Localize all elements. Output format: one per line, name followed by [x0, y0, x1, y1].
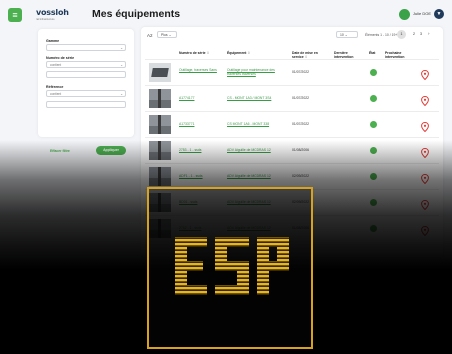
range-text: Éléments 1 - 10 / 19+: [365, 33, 398, 37]
map-pin-icon[interactable]: [421, 119, 429, 133]
column-equipment-label: Équipement: [227, 51, 247, 55]
gamme-label: Gamme: [46, 39, 60, 43]
equipment-link[interactable]: Outillage pour maintenance des traverses…: [227, 68, 285, 76]
serial-link[interactable]: A1774177: [179, 96, 194, 100]
column-header-serial[interactable]: Numéro de série ⇕: [179, 51, 209, 55]
logo-brand: vossloh: [36, 8, 69, 17]
chevron-down-icon: ⌄: [120, 92, 123, 96]
equipment-thumbnail[interactable]: [149, 63, 171, 82]
table-row[interactable]: A1774177 CS - MONT 1A3 / MONT 3S4 01/07/20…: [145, 85, 439, 110]
status-dot: [370, 121, 377, 128]
serial-link[interactable]: ADF1 - 1 - ssds: [179, 174, 203, 178]
apply-button[interactable]: Appliquer: [96, 146, 126, 155]
table-row[interactable]: Outillage, traverses Sans Outillage pour …: [145, 59, 439, 84]
table-row[interactable]: A1733771 CS MONT 1A6 - MONT 338 01/07/2022: [145, 111, 439, 136]
chevron-down-icon: ⌄: [344, 33, 348, 37]
equipment-thumbnail[interactable]: [149, 141, 171, 160]
equipment-link[interactable]: CS MONT 1A6 - MONT 338: [227, 122, 285, 126]
chevron-down-icon: ⌄: [120, 46, 123, 50]
page-button-2[interactable]: 2: [413, 32, 415, 36]
equipment-thumbnail[interactable]: [149, 167, 171, 186]
map-pin-icon[interactable]: [421, 93, 429, 107]
column-header-date[interactable]: Date de mise en service ⇕: [292, 51, 322, 59]
logo: vossloh rail infrastructure: [36, 8, 76, 21]
commission-date: 01/07/2022: [292, 122, 309, 126]
serial-operator-select[interactable]: contient ⌄: [46, 61, 126, 68]
status-dot: [370, 173, 377, 180]
gamme-select[interactable]: ⌄: [46, 44, 126, 51]
status-dot: [370, 199, 377, 206]
chevron-down-icon[interactable]: ▼: [434, 9, 444, 19]
equipment-link[interactable]: CS - MONT 1A3 / MONT 3S4: [227, 96, 285, 100]
serial-link[interactable]: A1733771: [179, 122, 194, 126]
map-pin-icon[interactable]: [421, 67, 429, 81]
reference-operator-value: contient: [50, 92, 62, 96]
reset-filter-link[interactable]: Effacer filtre: [50, 149, 70, 153]
sort-icon: ⇕: [206, 51, 210, 55]
page-title: Mes équipements: [92, 8, 181, 20]
sort-icon: ⇕: [247, 51, 251, 55]
more-select-label: Plus: [161, 33, 168, 37]
map-pin-icon[interactable]: [421, 197, 429, 211]
reference-operator-select[interactable]: contient ⌄: [46, 90, 126, 97]
reference-label: Référence: [46, 85, 64, 89]
status-dot: [370, 225, 377, 232]
serial-label: Numéro de série: [46, 56, 75, 60]
table-tag: A2: [147, 33, 153, 38]
serial-input[interactable]: [46, 71, 126, 78]
column-header-next[interactable]: Prochaine intervention: [385, 51, 415, 59]
table-row[interactable]: ADF1 - 1 - ssds ADV Aiguille de MCDRAS 12…: [145, 163, 439, 188]
equipment-thumbnail[interactable]: [149, 89, 171, 108]
equipment-link[interactable]: ADV Aiguille de MCDRAS 12: [227, 148, 285, 152]
page-button-3[interactable]: 3: [420, 32, 422, 36]
esp-logo: [175, 237, 289, 295]
equipment-thumbnail[interactable]: [149, 115, 171, 134]
column-header-equipment[interactable]: Équipement ⇕: [227, 51, 250, 55]
column-serial-label: Numéro de série: [179, 51, 206, 55]
reference-input[interactable]: [46, 101, 126, 108]
serial-link[interactable]: 2753 - 1 - ssds: [179, 148, 201, 152]
commission-date: 02/09/2022: [292, 174, 309, 178]
chevron-down-icon: ⌄: [168, 33, 172, 37]
user-name[interactable]: Julie DOE: [413, 11, 431, 16]
map-pin-icon[interactable]: [421, 145, 429, 159]
serial-link[interactable]: Outillage, traverses Sans: [179, 68, 217, 72]
filter-panel: Gamme ⌄ Numéro de série contient ⌄ Référe…: [38, 29, 134, 155]
table-row[interactable]: 2753 - 1 - ssds ADV Aiguille de MCDRAS 12…: [145, 137, 439, 162]
status-dot: [370, 147, 377, 154]
map-pin-icon[interactable]: [421, 171, 429, 185]
serial-operator-value: contient: [50, 63, 62, 67]
per-page-select[interactable]: 10 ⌄: [336, 31, 358, 38]
column-status-label: État: [369, 51, 376, 55]
per-page-value: 10: [340, 33, 344, 37]
column-last-label: Dernière intervention: [334, 51, 354, 59]
commission-date: 01/08/2006: [292, 148, 309, 152]
status-dot: [370, 69, 377, 76]
map-pin-icon[interactable]: [421, 223, 429, 237]
column-header-status: État: [369, 51, 375, 55]
column-next-label: Prochaine intervention: [385, 51, 405, 59]
chevron-down-icon: ⌄: [120, 63, 123, 67]
grid-menu-icon[interactable]: ≡: [8, 8, 22, 22]
logo-tagline: rail infrastructure: [36, 18, 55, 21]
app-screen: ≡ vossloh rail infrastructure Mes équipe…: [0, 0, 452, 354]
commission-date: 01/07/2022: [292, 70, 309, 74]
equipment-link[interactable]: ADV Aiguille de MCDRAS 12: [227, 174, 285, 178]
chevron-right-icon[interactable]: ›: [428, 31, 430, 36]
commission-date: 01/07/2022: [292, 96, 309, 100]
esp-badge: [147, 187, 313, 349]
status-dot: [370, 95, 377, 102]
more-select[interactable]: Plus ⌄: [157, 31, 177, 38]
avatar[interactable]: [399, 9, 410, 20]
column-header-last[interactable]: Dernière intervention: [334, 51, 362, 59]
page-button-1[interactable]: 1: [397, 30, 406, 39]
